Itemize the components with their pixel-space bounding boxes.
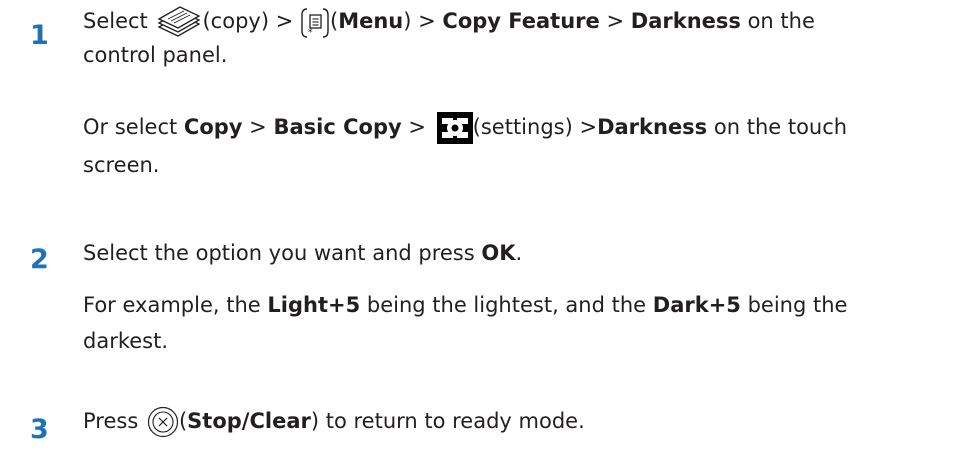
stop-clear-icon — [147, 406, 179, 438]
step-1-line-4: screen. — [83, 153, 160, 177]
text: > — [418, 9, 436, 33]
text: > — [408, 115, 426, 139]
text: For example, the — [83, 293, 261, 317]
darkness-label: Darkness — [630, 9, 741, 33]
step-2-line-2: For example, the Light+5 being the light… — [83, 290, 963, 320]
text: being the — [747, 293, 848, 317]
text: (copy) > — [202, 9, 294, 33]
stop-clear-label: Stop/Clear — [187, 409, 311, 433]
light-plus-5-label: Light+5 — [267, 293, 361, 317]
step-2-line-3: darkest. — [83, 329, 169, 353]
step-1-line-1: Select (copy) > * (Menu) > Copy Feature … — [83, 6, 815, 38]
text: . — [515, 241, 523, 265]
step-1-line-3: Or select Copy > Basic Copy > (settings)… — [83, 112, 963, 144]
dark-plus-5-label: Dark+5 — [652, 293, 741, 317]
darkness-label: Darkness — [597, 115, 708, 139]
menu-icon: * — [300, 7, 330, 38]
settings-icon — [436, 112, 473, 144]
step-2-line-1: Select the option you want and press OK. — [83, 238, 963, 268]
basic-copy-label: Basic Copy — [273, 115, 402, 139]
text: Select — [83, 9, 148, 33]
text: Or select — [83, 115, 178, 139]
svg-text:*: * — [308, 28, 313, 38]
text: > — [606, 9, 625, 33]
text: Select the option you want and press — [83, 241, 475, 265]
step-number: 2 — [30, 244, 49, 275]
text: (settings) > — [472, 115, 598, 139]
text: being the lightest, and the — [366, 293, 647, 317]
copy-label: Copy — [183, 115, 243, 139]
text: Press — [83, 409, 139, 433]
text: on the — [747, 9, 815, 33]
text: on the touch — [713, 115, 848, 139]
menu-label: Menu — [338, 9, 404, 33]
step-1-line-2: control panel. — [83, 43, 228, 67]
step-3-line-1: Press (Stop/Clear) to return to ready mo… — [83, 406, 963, 438]
step-number: 3 — [30, 414, 49, 445]
step-number: 1 — [30, 20, 49, 51]
ok-label: OK — [481, 241, 516, 265]
text: to return to ready mode. — [325, 409, 585, 433]
text: > — [249, 115, 267, 139]
copy-icon — [156, 6, 202, 37]
copy-feature-label: Copy Feature — [442, 9, 600, 33]
